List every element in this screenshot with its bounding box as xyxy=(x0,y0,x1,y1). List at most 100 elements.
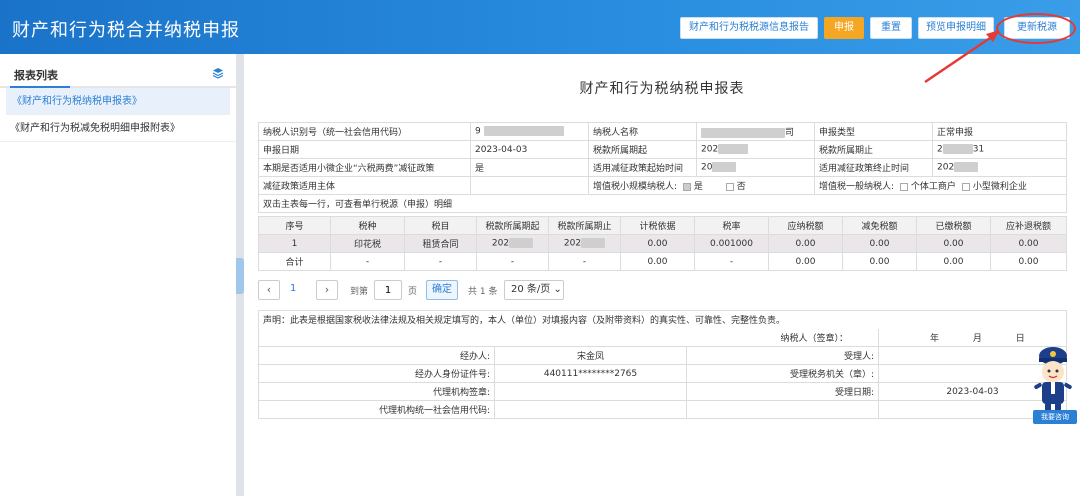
individual-checkbox[interactable] xyxy=(899,182,908,191)
taxpayer-id-value: 9 xyxy=(470,122,589,141)
sidebar-item-relief-schedule[interactable]: 《财产和行为税减免税明细申报附表》 xyxy=(0,115,236,142)
table-cell: - xyxy=(694,252,769,271)
source-report-button[interactable]: 财产和行为税税源信息报告 xyxy=(680,17,818,39)
small-vat-cell: 增值税小规模纳税人: 是 否 xyxy=(588,176,815,195)
period-start-value: 202 xyxy=(696,140,815,159)
table-cell: 0.00 xyxy=(768,234,843,253)
next-page-button[interactable]: › xyxy=(316,280,338,300)
page-size-select[interactable]: 20 条/页 ⌄ xyxy=(504,280,564,300)
declare-button[interactable]: 申报 xyxy=(824,17,864,39)
detail-hint: 双击主表每一行，可查看单行税源（申报）明细 xyxy=(258,194,1067,213)
declare-type-label: 申报类型 xyxy=(814,122,933,141)
current-page[interactable]: 1 xyxy=(290,283,296,294)
reduce-subject-label: 减征政策适用主体 xyxy=(258,176,471,195)
col-header: 应补退税额 xyxy=(990,216,1067,235)
table-row-total: 合计 - - - - 0.00 - 0.00 0.00 0.00 0.00 xyxy=(258,252,1067,271)
small-vat-yes-label: 是 xyxy=(693,182,703,192)
agency-code-value xyxy=(494,400,687,419)
col-header: 应纳税额 xyxy=(768,216,843,235)
table-cell: 0.00 xyxy=(768,252,843,271)
col-header: 减免税额 xyxy=(842,216,917,235)
handler-value: 宋金凤 xyxy=(494,346,687,365)
col-header: 序号 xyxy=(258,216,331,235)
col-header: 税款所属期止 xyxy=(548,216,621,235)
goto-confirm-button[interactable]: 确定 xyxy=(426,280,458,300)
reduce-end-value: 202 xyxy=(932,158,1067,177)
handler-id-value: 440111********2765 xyxy=(494,364,687,383)
col-header: 税种 xyxy=(330,216,405,235)
table-cell: 0.00 xyxy=(620,234,695,253)
table-cell: 0.001000 xyxy=(694,234,769,253)
small-vat-no-label: 否 xyxy=(736,182,746,192)
page-unit-label: 页 xyxy=(408,287,418,297)
taxpayer-id-label: 纳税人识别号（统一社会信用代码） xyxy=(258,122,471,141)
consult-button[interactable]: 我要咨询 xyxy=(1033,410,1077,424)
individual-label: 个体工商户 xyxy=(910,182,956,192)
table-cell: - xyxy=(330,252,405,271)
collapse-handle[interactable] xyxy=(236,258,244,294)
taxpayer-name-value: 司 xyxy=(696,122,815,141)
update-source-button[interactable]: 更新税源 xyxy=(1004,17,1070,39)
small-policy-label: 本期是否适用小微企业“六税两费”减征政策 xyxy=(258,158,471,177)
table-cell: 1 xyxy=(258,234,331,253)
table-cell: 0.00 xyxy=(842,252,917,271)
prev-page-button[interactable]: ‹ xyxy=(258,280,280,300)
declare-type-value: 正常申报 xyxy=(932,122,1067,141)
goto-page-input[interactable] xyxy=(374,280,402,300)
app-title: 财产和行为税合并纳税申报 xyxy=(12,20,240,41)
table-cell: - xyxy=(476,252,549,271)
receiver-label: 受理人: xyxy=(686,346,879,365)
sidebar-item-main-form[interactable]: 《财产和行为税纳税申报表》 xyxy=(6,88,230,115)
table-cell: 0.00 xyxy=(916,234,991,253)
taxpayer-sign-label: 纳税人（签章）： xyxy=(258,328,879,347)
handler-id-label: 经办人身份证件号: xyxy=(258,364,495,383)
taxpayer-info-table: 纳税人识别号（统一社会信用代码） 9 纳税人名称 司 申报类型 正常申报 申报日… xyxy=(258,122,1067,213)
reset-button[interactable]: 重置 xyxy=(870,17,912,39)
small-vat-yes-checkbox[interactable] xyxy=(682,182,691,191)
detail-table: 序号 税种 税目 税款所属期起 税款所属期止 计税依据 税率 应纳税额 减免税额… xyxy=(258,216,1067,271)
period-end-label: 税款所属期止 xyxy=(814,140,933,159)
table-cell: 租赁合同 xyxy=(404,234,477,253)
preview-button[interactable]: 预览申报明细 xyxy=(918,17,994,39)
table-cell: 0.00 xyxy=(842,234,917,253)
col-header: 已缴税额 xyxy=(916,216,991,235)
table-cell: 0.00 xyxy=(990,252,1067,271)
col-header: 计税依据 xyxy=(620,216,695,235)
handler-label: 经办人: xyxy=(258,346,495,365)
detail-header-row: 序号 税种 税目 税款所属期起 税款所属期止 计税依据 税率 应纳税额 减免税额… xyxy=(258,216,1067,235)
chevron-down-icon: ⌄ xyxy=(553,284,562,295)
table-cell: 0.00 xyxy=(620,252,695,271)
goto-label: 到第 xyxy=(350,287,369,297)
agency-value xyxy=(494,382,687,401)
table-cell: - xyxy=(404,252,477,271)
col-header: 税款所属期起 xyxy=(476,216,549,235)
main-panel: 财产和行为税纳税申报表 纳税人识别号（统一社会信用代码） 9 纳税人名称 司 申… xyxy=(244,54,1080,496)
declaration-statement: 声明：此表是根据国家税收法律法规及相关规定填写的，本人（单位）对填报内容（及附带… xyxy=(257,310,1068,329)
micro-checkbox[interactable] xyxy=(961,182,970,191)
reduce-start-value: 20 xyxy=(696,158,815,177)
sidebar-title: 报表列表 xyxy=(14,69,58,82)
table-cell: 印花税 xyxy=(330,234,405,253)
small-policy-value: 是 xyxy=(470,158,589,177)
sidebar-header: 报表列表 xyxy=(0,54,236,88)
table-cell: 合计 xyxy=(258,252,331,271)
table-cell: 0.00 xyxy=(990,234,1067,253)
small-vat-no-checkbox[interactable] xyxy=(725,182,734,191)
declare-date-value: 2023-04-03 xyxy=(470,140,589,159)
table-cell: 202 xyxy=(548,234,621,253)
small-vat-label: 增值税小规模纳税人: xyxy=(593,182,678,192)
accept-date-label: 受理日期: xyxy=(686,382,879,401)
period-end-value: 2 31 xyxy=(932,140,1067,159)
general-vat-cell: 增值税一般纳税人: 个体工商户 小型微利企业 xyxy=(814,176,1067,195)
layers-icon[interactable] xyxy=(212,67,224,79)
col-header: 税率 xyxy=(694,216,769,235)
taxpayer-name-label: 纳税人名称 xyxy=(588,122,697,141)
reduce-start-label: 适用减征政策起始时间 xyxy=(588,158,697,177)
total-count: 共 1 条 xyxy=(468,287,498,297)
reduce-subject-value xyxy=(470,176,589,195)
form-title: 财产和行为税纳税申报表 xyxy=(579,81,745,97)
sidebar-title-underline xyxy=(10,86,70,88)
general-vat-label: 增值税一般纳税人: xyxy=(819,182,895,192)
table-cell: - xyxy=(548,252,621,271)
table-row[interactable]: 1 印花税 租赁合同 202 202 0.00 0.001000 0.00 0.… xyxy=(258,234,1067,253)
